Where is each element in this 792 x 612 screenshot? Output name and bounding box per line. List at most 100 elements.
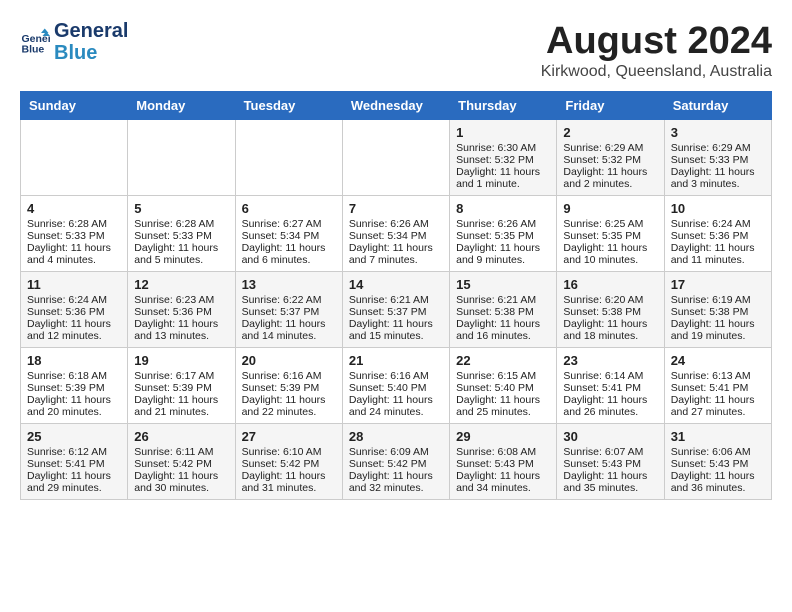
- day-detail: Daylight: 11 hours and 4 minutes.: [27, 242, 121, 266]
- day-detail: Sunset: 5:37 PM: [349, 306, 443, 318]
- day-detail: Sunrise: 6:13 AM: [671, 370, 765, 382]
- logo-icon: General Blue: [20, 27, 50, 57]
- calendar-cell: [235, 120, 342, 196]
- day-detail: Sunset: 5:41 PM: [671, 382, 765, 394]
- calendar-cell: [21, 120, 128, 196]
- calendar-cell: 3Sunrise: 6:29 AMSunset: 5:33 PMDaylight…: [664, 120, 771, 196]
- day-detail: Sunset: 5:39 PM: [242, 382, 336, 394]
- day-detail: Daylight: 11 hours and 13 minutes.: [134, 318, 228, 342]
- calendar-week-row: 18Sunrise: 6:18 AMSunset: 5:39 PMDayligh…: [21, 348, 772, 424]
- day-number: 18: [27, 353, 121, 368]
- day-detail: Sunrise: 6:29 AM: [563, 142, 657, 154]
- day-number: 11: [27, 277, 121, 292]
- day-detail: Daylight: 11 hours and 16 minutes.: [456, 318, 550, 342]
- day-number: 1: [456, 125, 550, 140]
- day-number: 15: [456, 277, 550, 292]
- day-detail: Sunset: 5:42 PM: [349, 458, 443, 470]
- day-detail: Sunset: 5:40 PM: [456, 382, 550, 394]
- calendar-week-row: 4Sunrise: 6:28 AMSunset: 5:33 PMDaylight…: [21, 196, 772, 272]
- calendar-cell: 13Sunrise: 6:22 AMSunset: 5:37 PMDayligh…: [235, 272, 342, 348]
- day-detail: Sunset: 5:38 PM: [456, 306, 550, 318]
- calendar-header-row: SundayMondayTuesdayWednesdayThursdayFrid…: [21, 92, 772, 120]
- day-detail: Sunrise: 6:26 AM: [456, 218, 550, 230]
- calendar-cell: 31Sunrise: 6:06 AMSunset: 5:43 PMDayligh…: [664, 424, 771, 500]
- day-number: 7: [349, 201, 443, 216]
- day-detail: Daylight: 11 hours and 6 minutes.: [242, 242, 336, 266]
- day-number: 9: [563, 201, 657, 216]
- day-detail: Sunrise: 6:08 AM: [456, 446, 550, 458]
- day-detail: Daylight: 11 hours and 36 minutes.: [671, 470, 765, 494]
- day-detail: Sunrise: 6:18 AM: [27, 370, 121, 382]
- day-detail: Sunrise: 6:20 AM: [563, 294, 657, 306]
- day-detail: Daylight: 11 hours and 15 minutes.: [349, 318, 443, 342]
- day-detail: Sunrise: 6:23 AM: [134, 294, 228, 306]
- day-detail: Daylight: 11 hours and 31 minutes.: [242, 470, 336, 494]
- day-detail: Daylight: 11 hours and 30 minutes.: [134, 470, 228, 494]
- day-number: 29: [456, 429, 550, 444]
- day-header-tuesday: Tuesday: [235, 92, 342, 120]
- day-detail: Daylight: 11 hours and 34 minutes.: [456, 470, 550, 494]
- calendar-cell: 20Sunrise: 6:16 AMSunset: 5:39 PMDayligh…: [235, 348, 342, 424]
- day-detail: Sunrise: 6:16 AM: [242, 370, 336, 382]
- day-detail: Sunset: 5:33 PM: [134, 230, 228, 242]
- calendar-cell: 9Sunrise: 6:25 AMSunset: 5:35 PMDaylight…: [557, 196, 664, 272]
- calendar-cell: [128, 120, 235, 196]
- calendar-table: SundayMondayTuesdayWednesdayThursdayFrid…: [20, 91, 772, 500]
- day-detail: Sunset: 5:36 PM: [671, 230, 765, 242]
- day-detail: Sunset: 5:39 PM: [27, 382, 121, 394]
- day-number: 5: [134, 201, 228, 216]
- calendar-cell: 15 Sunrise: 6:21 AMSunset: 5:38 PMDayligh…: [450, 272, 557, 348]
- calendar-cell: 24Sunrise: 6:13 AMSunset: 5:41 PMDayligh…: [664, 348, 771, 424]
- day-detail: Sunrise: 6:29 AM: [671, 142, 765, 154]
- day-detail: Sunrise: 6:10 AM: [242, 446, 336, 458]
- day-detail: Sunrise: 6:21 AM: [456, 294, 550, 306]
- day-detail: Daylight: 11 hours and 29 minutes.: [27, 470, 121, 494]
- day-number: 21: [349, 353, 443, 368]
- calendar-cell: 25Sunrise: 6:12 AMSunset: 5:41 PMDayligh…: [21, 424, 128, 500]
- calendar-cell: 12 Sunrise: 6:23 AMSunset: 5:36 PMDayligh…: [128, 272, 235, 348]
- day-number: 4: [27, 201, 121, 216]
- day-detail: Daylight: 11 hours and 20 minutes.: [27, 394, 121, 418]
- day-number: 3: [671, 125, 765, 140]
- calendar-cell: 2Sunrise: 6:29 AMSunset: 5:32 PMDaylight…: [557, 120, 664, 196]
- calendar-cell: 17Sunrise: 6:19 AMSunset: 5:38 PMDayligh…: [664, 272, 771, 348]
- day-detail: Sunset: 5:41 PM: [563, 382, 657, 394]
- day-detail: Sunset: 5:33 PM: [27, 230, 121, 242]
- calendar-cell: 10Sunrise: 6:24 AMSunset: 5:36 PMDayligh…: [664, 196, 771, 272]
- day-number: 20: [242, 353, 336, 368]
- day-detail: Sunset: 5:34 PM: [242, 230, 336, 242]
- day-detail: Sunrise: 6:12 AM: [27, 446, 121, 458]
- day-detail: Sunset: 5:34 PM: [349, 230, 443, 242]
- day-detail: Sunrise: 6:24 AM: [671, 218, 765, 230]
- calendar-cell: 27Sunrise: 6:10 AMSunset: 5:42 PMDayligh…: [235, 424, 342, 500]
- day-number: 12: [134, 277, 228, 292]
- day-header-friday: Friday: [557, 92, 664, 120]
- day-header-thursday: Thursday: [450, 92, 557, 120]
- title-block: August 2024 Kirkwood, Queensland, Austra…: [541, 20, 772, 81]
- day-detail: Sunrise: 6:17 AM: [134, 370, 228, 382]
- day-detail: Sunrise: 6:22 AM: [242, 294, 336, 306]
- day-detail: Daylight: 11 hours and 12 minutes.: [27, 318, 121, 342]
- calendar-cell: 6Sunrise: 6:27 AMSunset: 5:34 PMDaylight…: [235, 196, 342, 272]
- day-header-saturday: Saturday: [664, 92, 771, 120]
- day-number: 16: [563, 277, 657, 292]
- day-detail: Sunrise: 6:14 AM: [563, 370, 657, 382]
- day-detail: Sunrise: 6:16 AM: [349, 370, 443, 382]
- day-number: 14: [349, 277, 443, 292]
- day-detail: Sunset: 5:32 PM: [456, 154, 550, 166]
- calendar-cell: 28Sunrise: 6:09 AMSunset: 5:42 PMDayligh…: [342, 424, 449, 500]
- calendar-cell: 21Sunrise: 6:16 AMSunset: 5:40 PMDayligh…: [342, 348, 449, 424]
- day-detail: Sunset: 5:35 PM: [563, 230, 657, 242]
- day-number: 27: [242, 429, 336, 444]
- day-header-wednesday: Wednesday: [342, 92, 449, 120]
- day-number: 28: [349, 429, 443, 444]
- day-detail: Daylight: 11 hours and 26 minutes.: [563, 394, 657, 418]
- day-detail: Daylight: 11 hours and 7 minutes.: [349, 242, 443, 266]
- day-detail: Sunset: 5:36 PM: [134, 306, 228, 318]
- calendar-cell: 26Sunrise: 6:11 AMSunset: 5:42 PMDayligh…: [128, 424, 235, 500]
- day-number: 30: [563, 429, 657, 444]
- calendar-cell: 5Sunrise: 6:28 AMSunset: 5:33 PMDaylight…: [128, 196, 235, 272]
- day-detail: Sunset: 5:40 PM: [349, 382, 443, 394]
- day-detail: Sunset: 5:35 PM: [456, 230, 550, 242]
- day-detail: Sunset: 5:41 PM: [27, 458, 121, 470]
